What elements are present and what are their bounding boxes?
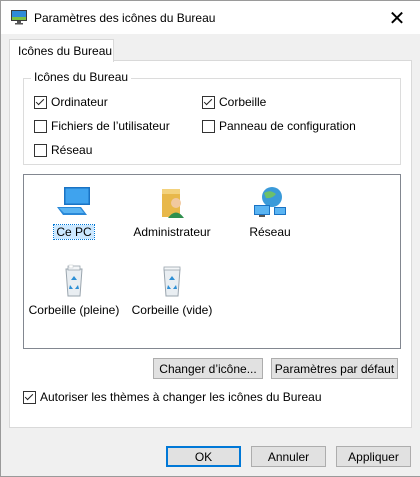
icon-label: Réseau xyxy=(249,225,291,239)
ok-button[interactable]: OK xyxy=(166,446,241,467)
checkbox-box[interactable] xyxy=(23,390,36,404)
checkbox-user-files[interactable]: Fichiers de l’utilisateur xyxy=(34,119,170,133)
checkbox-box[interactable] xyxy=(34,119,47,133)
button-label: Paramètres par défaut xyxy=(274,361,395,376)
apply-button[interactable]: Appliquer xyxy=(336,446,411,467)
checkbox-box[interactable] xyxy=(34,143,47,157)
close-button[interactable]: ✕ xyxy=(374,1,420,34)
icon-list[interactable]: Ce PC Administrateur Réseau Corbeille (p… xyxy=(23,174,401,349)
button-label: Changer d’icône... xyxy=(159,361,257,376)
checkbox-label: Autoriser les thèmes à changer les icône… xyxy=(40,390,322,404)
icon-item-network[interactable]: Réseau xyxy=(220,185,320,239)
icon-item-this-pc[interactable]: Ce PC xyxy=(24,185,124,240)
button-label: Annuler xyxy=(267,449,310,464)
checkbox-box[interactable] xyxy=(202,119,215,133)
icon-label: Corbeille (pleine) xyxy=(28,303,120,317)
icon-label: Corbeille (vide) xyxy=(131,303,213,317)
icon-item-recycle-bin-empty[interactable]: Corbeille (vide) xyxy=(122,263,222,317)
recycle-bin-full-icon xyxy=(65,264,83,297)
window-title: Paramètres des icônes du Bureau xyxy=(34,11,216,25)
computer-icon xyxy=(57,187,90,215)
icon-item-recycle-bin-full[interactable]: Corbeille (pleine) xyxy=(24,263,124,317)
checkbox-label: Ordinateur xyxy=(51,95,108,109)
checkbox-label: Réseau xyxy=(51,143,93,157)
default-settings-button[interactable]: Paramètres par défaut xyxy=(271,358,398,379)
recycle-bin-empty-icon xyxy=(163,266,181,297)
checkbox-label: Fichiers de l’utilisateur xyxy=(51,119,170,133)
checkbox-label: Panneau de configuration xyxy=(219,119,356,133)
button-label: OK xyxy=(194,449,213,464)
change-icon-button[interactable]: Changer d’icône... xyxy=(153,358,263,379)
checkbox-control-panel[interactable]: Panneau de configuration xyxy=(202,119,356,133)
dialog-window: Paramètres des icônes du Bureau ✕ Icônes… xyxy=(0,0,420,477)
checkbox-allow-themes[interactable]: Autoriser les thèmes à changer les icône… xyxy=(23,390,322,404)
icon-label: Administrateur xyxy=(133,225,211,239)
checkbox-box[interactable] xyxy=(202,95,215,109)
desktop-settings-icon xyxy=(11,10,27,25)
checkbox-network[interactable]: Réseau xyxy=(34,143,92,157)
checkbox-label: Corbeille xyxy=(219,95,267,109)
checkbox-computer[interactable]: Ordinateur xyxy=(34,95,108,109)
tab-desktop-icons[interactable]: Icônes du Bureau xyxy=(9,39,114,62)
user-folder-icon xyxy=(162,189,184,218)
cancel-button[interactable]: Annuler xyxy=(251,446,326,467)
title-bar[interactable]: Paramètres des icônes du Bureau ✕ xyxy=(1,1,420,34)
button-label: Appliquer xyxy=(348,449,399,464)
tab-label: Icônes du Bureau xyxy=(18,44,113,58)
icon-item-administrator[interactable]: Administrateur xyxy=(122,185,222,239)
close-icon: ✕ xyxy=(388,5,406,30)
group-label: Icônes du Bureau xyxy=(31,70,132,84)
checkbox-box[interactable] xyxy=(34,95,47,109)
icon-label: Ce PC xyxy=(53,224,95,240)
checkbox-recycle-bin[interactable]: Corbeille xyxy=(202,95,266,109)
network-icon xyxy=(254,187,286,217)
